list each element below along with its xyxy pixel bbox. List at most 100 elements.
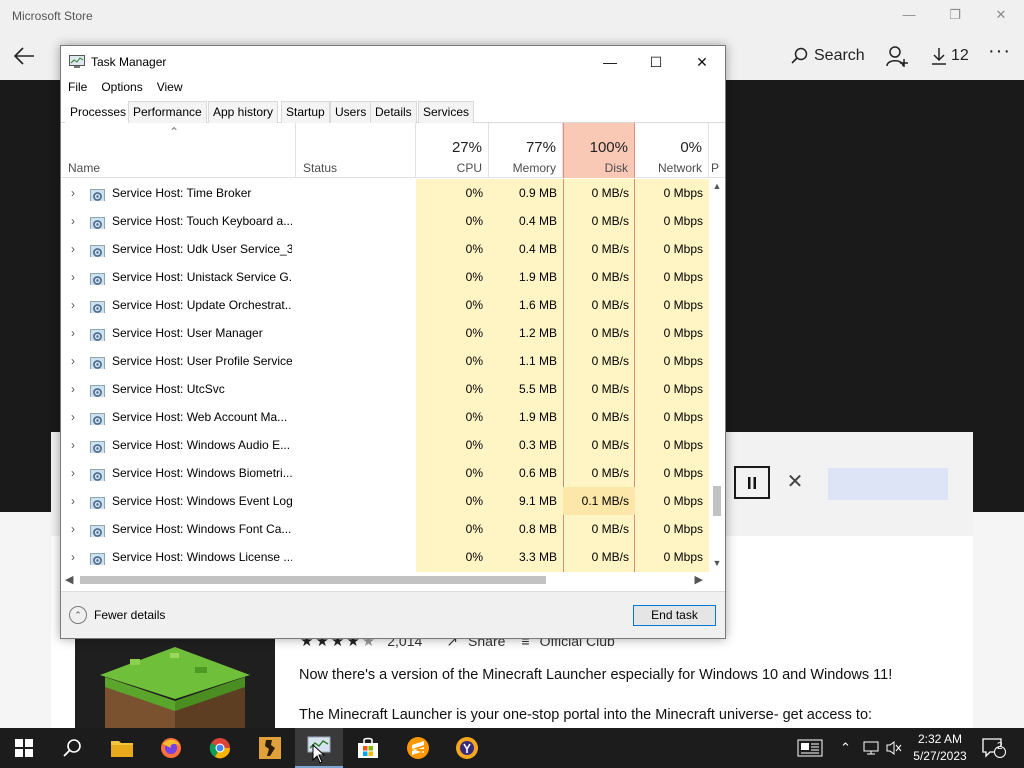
tab-app-history[interactable]: App history [208, 101, 279, 123]
service-gear-icon [90, 214, 105, 229]
start-button[interactable] [0, 728, 48, 768]
expand-chevron-icon[interactable]: › [66, 319, 80, 347]
sublime-text-button[interactable] [394, 728, 442, 768]
expand-chevron-icon[interactable]: › [66, 487, 80, 515]
tab-startup[interactable]: Startup [281, 101, 330, 123]
header-name-label: Name [68, 161, 101, 175]
action-center-button[interactable]: 2 [982, 728, 1006, 768]
file-explorer-button[interactable] [98, 728, 146, 768]
task-manager-titlebar[interactable]: Task Manager — ☐ ✕ [61, 46, 725, 78]
taskbar-search-button[interactable] [48, 728, 96, 768]
header-power[interactable]: P [709, 123, 725, 178]
process-row[interactable]: › Service Host: Touch Keyboard a... 0% 0.4 … [61, 207, 709, 235]
expand-chevron-icon[interactable]: › [66, 375, 80, 403]
pause-download-button[interactable] [734, 466, 770, 499]
back-arrow-icon[interactable] [12, 45, 36, 67]
header-status[interactable]: Status [296, 123, 416, 178]
tab-services[interactable]: Services [418, 101, 475, 123]
news-icon[interactable] [797, 728, 823, 768]
vertical-scrollbar[interactable]: ▲ ▼ [709, 179, 725, 572]
process-row[interactable]: › Service Host: Unistack Service G... 0% 1.… [61, 263, 709, 291]
fewer-details-button[interactable]: ⌃ Fewer details [69, 606, 165, 624]
header-disk[interactable]: 100% Disk [563, 123, 635, 178]
downloads-count: 12 [951, 47, 969, 64]
header-name[interactable]: ⌃ Name [61, 123, 296, 178]
expand-chevron-icon[interactable]: › [66, 263, 80, 291]
header-cpu[interactable]: 27% CPU [416, 123, 489, 178]
process-row[interactable]: › Service Host: Windows License ... 0% 3.3 … [61, 543, 709, 571]
menu-options[interactable]: Options [94, 78, 149, 98]
firefox-icon [161, 738, 181, 758]
tab-users[interactable]: Users [330, 101, 372, 123]
store-close-button[interactable]: ✕ [992, 6, 1010, 24]
service-gear-icon [90, 522, 105, 537]
tm-maximize-button[interactable]: ☐ [641, 50, 671, 74]
process-row[interactable]: › Service Host: Update Orchestrat... 0% 1.6… [61, 291, 709, 319]
expand-chevron-icon[interactable]: › [66, 207, 80, 235]
process-row[interactable]: › Service Host: Windows Font Ca... 0% 0.8 M… [61, 515, 709, 543]
tm-minimize-button[interactable]: — [595, 50, 625, 74]
firefox-button[interactable] [147, 728, 195, 768]
taskbar-clock[interactable]: 2:32 AM 5/27/2023 [905, 731, 975, 765]
scroll-right-icon[interactable]: ▶ [695, 573, 703, 586]
expand-chevron-icon[interactable]: › [66, 459, 80, 487]
vertical-scroll-thumb[interactable] [713, 486, 721, 516]
memory-percent: 77% [525, 139, 556, 156]
expand-chevron-icon[interactable]: › [66, 291, 80, 319]
process-disk: 0 MB/s [591, 466, 629, 480]
task-manager-window: Task Manager — ☐ ✕ File Options View Pro… [60, 45, 726, 639]
process-cpu: 0% [465, 382, 483, 396]
expand-chevron-icon[interactable]: › [66, 347, 80, 375]
vpn-button[interactable] [443, 728, 491, 768]
store-minimize-button[interactable]: — [900, 6, 918, 24]
scroll-left-icon[interactable]: ◀ [65, 573, 73, 586]
chrome-button[interactable] [196, 728, 244, 768]
scroll-down-icon[interactable]: ▼ [709, 558, 725, 570]
process-row[interactable]: › Service Host: User Manager 0% 1.2 MB 0 MB/… [61, 319, 709, 347]
volume-muted-icon[interactable] [885, 728, 903, 768]
expand-chevron-icon[interactable]: › [66, 235, 80, 263]
expand-chevron-icon[interactable]: › [66, 179, 80, 207]
install-button[interactable] [828, 468, 948, 500]
microsoft-store-button[interactable] [344, 728, 392, 768]
cancel-download-icon[interactable]: ✕ [785, 472, 805, 492]
process-row[interactable]: › Service Host: Windows Biometri... 0% 0.6 … [61, 459, 709, 487]
end-task-button[interactable]: End task [633, 605, 716, 626]
sort-ascending-icon: ⌃ [169, 125, 180, 139]
tm-menubar: File Options View [61, 78, 725, 98]
process-name: Service Host: User Manager [112, 326, 263, 340]
show-hidden-icons-chevron-icon[interactable]: ⌃ [840, 728, 851, 768]
more-options-icon[interactable]: ··· [988, 40, 1011, 63]
download-icon [932, 48, 946, 65]
tab-performance[interactable]: Performance [128, 101, 207, 123]
store-downloads-button[interactable]: 12 [931, 44, 969, 68]
store-restore-button[interactable]: ❐ [946, 6, 964, 24]
menu-file[interactable]: File [61, 78, 94, 98]
process-row[interactable]: › Service Host: UtcSvc 0% 5.5 MB 0 MB/s 0 Mbp… [61, 375, 709, 403]
folder-icon [111, 741, 133, 757]
process-row[interactable]: › Service Host: Windows Audio E... 0% 0.3 M… [61, 431, 709, 459]
process-disk: 0 MB/s [591, 186, 629, 200]
process-row[interactable]: › Service Host: Web Account Ma... 0% 1.9 MB… [61, 403, 709, 431]
expand-chevron-icon[interactable]: › [66, 431, 80, 459]
expand-chevron-icon[interactable]: › [66, 515, 80, 543]
process-row[interactable]: › Service Host: Windows Event Log 0% 9.1 MB… [61, 487, 709, 515]
process-row[interactable]: › Service Host: Time Broker 0% 0.9 MB 0 MB/s… [61, 179, 709, 207]
horizontal-scroll-thumb[interactable] [80, 576, 546, 584]
tab-details[interactable]: Details [370, 101, 417, 123]
menu-view[interactable]: View [150, 78, 190, 98]
process-row[interactable]: › Service Host: User Profile Service 0% 1.1… [61, 347, 709, 375]
expand-chevron-icon[interactable]: › [66, 403, 80, 431]
expand-chevron-icon[interactable]: › [66, 543, 80, 571]
tab-processes[interactable]: Processes [65, 101, 132, 124]
tm-close-button[interactable]: ✕ [687, 50, 717, 74]
header-network[interactable]: 0% Network [635, 123, 709, 178]
counter-strike-button[interactable] [246, 728, 294, 768]
process-row[interactable]: › Service Host: Udk User Service_3... 0% 0.… [61, 235, 709, 263]
add-user-icon[interactable] [885, 44, 909, 68]
horizontal-scrollbar[interactable]: ◀ ▶ [61, 572, 709, 588]
store-search-button[interactable]: Search [790, 44, 865, 68]
header-memory[interactable]: 77% Memory [489, 123, 563, 178]
network-icon[interactable] [862, 728, 880, 768]
scroll-up-icon[interactable]: ▲ [709, 181, 725, 193]
